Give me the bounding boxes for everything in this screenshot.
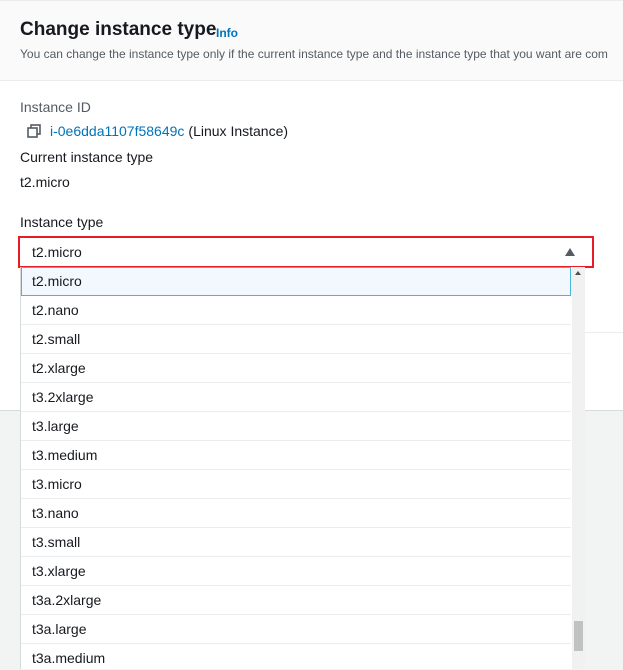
- dropdown-option[interactable]: t2.nano: [21, 296, 571, 325]
- dropdown-option[interactable]: t2.micro: [21, 267, 571, 296]
- caret-up-icon: [565, 248, 575, 256]
- dropdown-option[interactable]: t3a.large: [21, 615, 571, 644]
- instance-platform-text: (Linux Instance): [188, 123, 289, 139]
- info-link[interactable]: Info: [216, 26, 238, 40]
- dropdown-option[interactable]: t3.xlarge: [21, 557, 571, 586]
- page-subtitle: You can change the instance type only if…: [20, 47, 608, 61]
- instance-id-row: i-0e6dda1107f58649c (Linux Instance): [27, 122, 288, 140]
- instance-type-dropdown[interactable]: t2.micro t2.nano t2.small t2.xlarge t3.2xlar…: [20, 267, 585, 669]
- dropdown-option[interactable]: t3.2xlarge: [21, 383, 571, 412]
- instance-type-selected-value: t2.micro: [32, 244, 82, 260]
- current-instance-type-label: Current instance type: [20, 149, 154, 165]
- dropdown-scrollbar[interactable]: [572, 267, 585, 669]
- instance-type-label: Instance type: [20, 214, 104, 230]
- dropdown-option[interactable]: t3.medium: [21, 441, 571, 470]
- dropdown-option[interactable]: t3.nano: [21, 499, 571, 528]
- scroll-up-arrow-icon[interactable]: [575, 271, 581, 275]
- instance-id-link[interactable]: i-0e6dda1107f58649c: [50, 123, 184, 139]
- copy-icon[interactable]: [27, 124, 41, 138]
- dropdown-option[interactable]: t3.micro: [21, 470, 571, 499]
- scroll-thumb[interactable]: [574, 621, 583, 651]
- dropdown-option[interactable]: t2.small: [21, 325, 571, 354]
- page-title: Change instance type: [20, 19, 217, 40]
- dropdown-option[interactable]: t3.large: [21, 412, 571, 441]
- dropdown-option[interactable]: t2.xlarge: [21, 354, 571, 383]
- header-divider: [0, 0, 623, 1]
- current-instance-type-value: t2.micro: [20, 174, 70, 190]
- modal-header: Change instance type Info You can change…: [0, 0, 623, 81]
- dropdown-option[interactable]: t3a.2xlarge: [21, 586, 571, 615]
- instance-type-select[interactable]: t2.micro: [18, 236, 594, 268]
- instance-type-options: t2.micro t2.nano t2.small t2.xlarge t3.2xlar…: [21, 267, 571, 669]
- instance-id-label: Instance ID: [20, 99, 91, 115]
- dropdown-option[interactable]: t3.small: [21, 528, 571, 557]
- dropdown-option[interactable]: t3a.medium: [21, 644, 571, 669]
